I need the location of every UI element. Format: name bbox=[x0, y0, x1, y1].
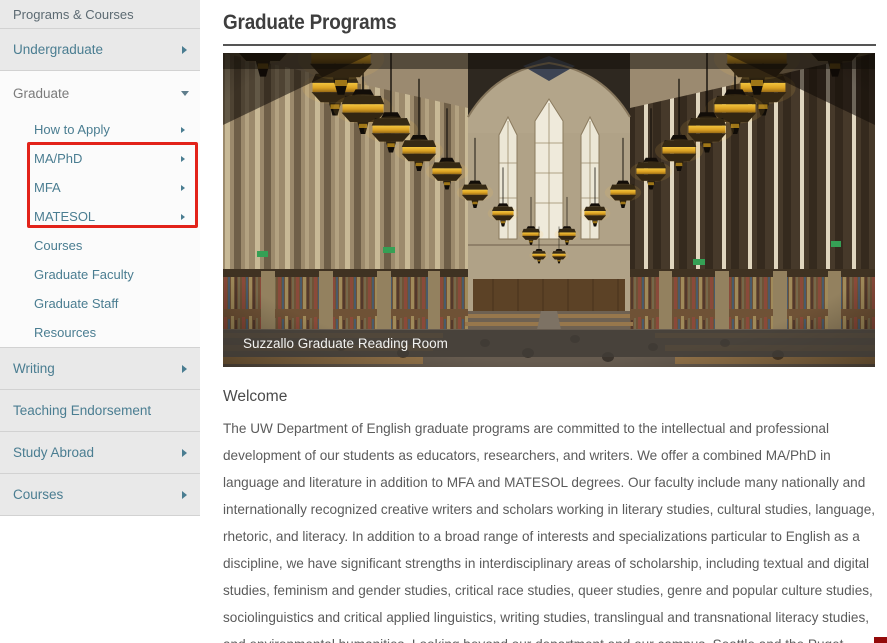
chevron-right-icon bbox=[182, 491, 187, 499]
sidebar-item-undergraduate[interactable]: Undergraduate bbox=[0, 29, 200, 71]
image-caption: Suzzallo Graduate Reading Room bbox=[223, 330, 875, 357]
welcome-paragraph: The UW Department of English graduate pr… bbox=[223, 415, 876, 643]
sidebar-item-study-abroad[interactable]: Study Abroad bbox=[0, 432, 200, 474]
sidebar-item-how-to-apply[interactable]: How to Apply bbox=[0, 115, 200, 144]
suzzallo-image: Suzzallo Graduate Reading Room bbox=[223, 53, 875, 367]
sidebar-item-graduate-faculty[interactable]: Graduate Faculty bbox=[0, 260, 200, 289]
sidebar-item-graduate-staff[interactable]: Graduate Staff bbox=[0, 289, 200, 318]
sidebar-item-label: How to Apply bbox=[34, 122, 110, 137]
sidebar-item-matesol[interactable]: MATESOL bbox=[0, 202, 200, 231]
sidebar-item-teaching-endorsement[interactable]: Teaching Endorsement bbox=[0, 390, 200, 432]
scroll-top-button-partial[interactable] bbox=[874, 637, 887, 643]
sidebar-header: Programs & Courses bbox=[0, 0, 200, 29]
sidebar-item-courses[interactable]: Courses bbox=[0, 474, 200, 516]
sidebar-item-label: Writing bbox=[13, 361, 55, 376]
sidebar-header-label: Programs & Courses bbox=[13, 7, 134, 22]
sidebar-item-label: Graduate Staff bbox=[34, 296, 118, 311]
title-divider bbox=[223, 44, 876, 46]
sidebar-nav: Programs & Courses Undergraduate Graduat… bbox=[0, 0, 200, 516]
chevron-right-icon bbox=[181, 156, 185, 162]
main-content: Graduate Programs bbox=[223, 0, 876, 643]
chevron-right-icon bbox=[181, 214, 185, 220]
page: Programs & Courses Undergraduate Graduat… bbox=[0, 0, 887, 643]
sidebar-item-resources[interactable]: Resources bbox=[0, 318, 200, 347]
sidebar-item-label: MATESOL bbox=[34, 209, 95, 224]
sidebar-item-label: MFA bbox=[34, 180, 61, 195]
page-title: Graduate Programs bbox=[223, 11, 396, 35]
image-caption-text: Suzzallo Graduate Reading Room bbox=[243, 336, 448, 351]
sidebar-item-label: Study Abroad bbox=[13, 445, 94, 460]
chevron-right-icon bbox=[182, 46, 187, 54]
sidebar-item-label: Undergraduate bbox=[13, 42, 103, 57]
sidebar-item-ma-phd[interactable]: MA/PhD bbox=[0, 144, 200, 173]
sidebar-item-label: Resources bbox=[34, 325, 96, 340]
sidebar-item-label: Teaching Endorsement bbox=[13, 403, 151, 418]
sidebar-item-label: MA/PhD bbox=[34, 151, 82, 166]
welcome-heading: Welcome bbox=[223, 388, 876, 406]
sidebar-graduate-section: Graduate How to Apply MA/PhD MFA MATESOL… bbox=[0, 71, 200, 348]
sidebar-item-graduate[interactable]: Graduate bbox=[0, 71, 200, 115]
sidebar-item-mfa[interactable]: MFA bbox=[0, 173, 200, 202]
chevron-right-icon bbox=[182, 365, 187, 373]
chevron-down-icon bbox=[181, 91, 189, 96]
sidebar-item-writing[interactable]: Writing bbox=[0, 348, 200, 390]
sidebar-item-label: Graduate bbox=[13, 86, 69, 101]
chevron-right-icon bbox=[181, 127, 185, 133]
reading-room-illustration bbox=[223, 53, 875, 367]
chevron-right-icon bbox=[182, 449, 187, 457]
sidebar-item-label: Graduate Faculty bbox=[34, 267, 134, 282]
sidebar-item-courses-sub[interactable]: Courses bbox=[0, 231, 200, 260]
chevron-right-icon bbox=[181, 185, 185, 191]
sidebar-item-label: Courses bbox=[13, 487, 63, 502]
sidebar-item-label: Courses bbox=[34, 238, 82, 253]
